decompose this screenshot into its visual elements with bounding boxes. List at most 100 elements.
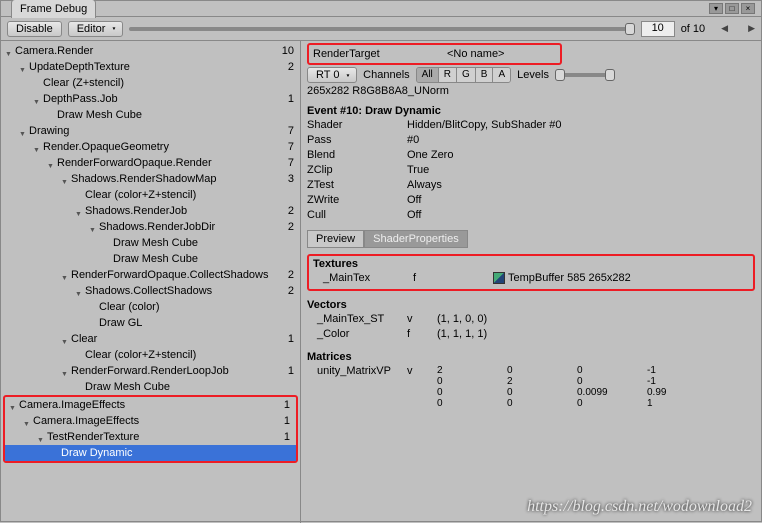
channel-b[interactable]: B [476,68,494,82]
expand-icon[interactable] [89,223,97,231]
expand-icon[interactable] [61,175,69,183]
levels-slider[interactable] [555,73,615,77]
main-area: Camera.Render10UpdateDepthTexture2Clear … [1,41,761,523]
next-event-button[interactable]: ▶ [748,23,755,34]
shader-prop-row: BlendOne Zero [307,149,755,164]
channel-g[interactable]: G [457,68,476,82]
event-tree[interactable]: Camera.Render10UpdateDepthTexture2Clear … [1,41,301,523]
texture-value[interactable]: TempBuffer 585 265x282 [493,272,631,287]
disable-button[interactable]: Disable [7,21,62,37]
tree-row[interactable]: Clear (Z+stencil) [1,75,300,91]
event-number-input[interactable]: 10 [641,21,675,37]
matrix-cell: 0 [577,398,647,409]
prop-value: Off [407,194,755,209]
tree-count: 2 [272,285,294,297]
tree-row[interactable]: TestRenderTexture1 [5,429,296,445]
window-maximize-icon[interactable]: □ [725,3,739,14]
expand-icon[interactable] [75,287,83,295]
tree-count: 1 [268,399,290,411]
matrix-cell: 1 [647,398,717,409]
slider-thumb[interactable] [625,23,635,35]
tree-count: 7 [272,125,294,137]
tree-row[interactable]: Camera.ImageEffects1 [5,397,296,413]
tree-count: 2 [272,269,294,281]
tree-row[interactable]: Draw Dynamic [5,445,296,461]
tree-row[interactable]: Draw GL [1,315,300,331]
levels-thumb-left[interactable] [555,69,565,81]
expand-icon[interactable] [5,47,13,55]
tree-row[interactable]: Render.OpaqueGeometry7 [1,139,300,155]
tree-row[interactable]: RenderForwardOpaque.CollectShadows2 [1,267,300,283]
tree-label: Shadows.RenderJob [85,205,272,217]
expand-icon[interactable] [19,127,27,135]
tree-row[interactable]: UpdateDepthTexture2 [1,59,300,75]
channel-all[interactable]: All [417,68,439,82]
tree-count: 2 [272,205,294,217]
tree-row[interactable]: Clear (color) [1,299,300,315]
tree-row[interactable]: Drawing7 [1,123,300,139]
window-controls: ▾ □ × [709,3,755,14]
expand-icon[interactable] [37,433,45,441]
detail-panel: RenderTarget <No name> RT 0 Channels All… [301,41,761,523]
tree-row[interactable]: Draw Mesh Cube [1,379,300,395]
tab-preview[interactable]: Preview [307,230,364,248]
tree-label: Draw Dynamic [61,447,268,459]
expand-icon[interactable] [33,95,41,103]
tab-shaderproperties[interactable]: ShaderProperties [364,230,468,248]
expand-icon[interactable] [33,143,41,151]
window-close-icon[interactable]: × [741,3,755,14]
textures-header: Textures [313,258,749,270]
rt-dropdown[interactable]: RT 0 [307,67,357,83]
expand-icon[interactable] [23,417,31,425]
tree-label: UpdateDepthTexture [29,61,272,73]
tree-label: RenderForwardOpaque.CollectShadows [71,269,272,281]
prop-value: Hidden/BlitCopy, SubShader #0 [407,119,755,134]
window-menu-icon[interactable]: ▾ [709,3,723,14]
tree-row[interactable]: Clear (color+Z+stencil) [1,347,300,363]
tree-label: Camera.ImageEffects [19,399,268,411]
expand-icon[interactable] [75,207,83,215]
channel-a[interactable]: A [493,68,510,82]
expand-icon[interactable] [19,63,27,71]
prev-event-button[interactable]: ◀ [721,23,728,34]
channel-r[interactable]: R [439,68,457,82]
tree-label: RenderForward.RenderLoopJob [71,365,272,377]
tree-row[interactable]: RenderForward.RenderLoopJob1 [1,363,300,379]
matrix-cell: 0 [507,387,577,398]
matrix-cell: 0 [507,398,577,409]
tree-count: 7 [272,157,294,169]
tree-row[interactable]: Clear (color+Z+stencil) [1,187,300,203]
tree-row[interactable]: Shadows.RenderShadowMap3 [1,171,300,187]
tree-row[interactable]: Clear1 [1,331,300,347]
tree-row[interactable]: Camera.Render10 [1,43,300,59]
window-tab[interactable]: Frame Debug [11,0,96,18]
tree-row[interactable]: Camera.ImageEffects1 [5,413,296,429]
tree-label: Shadows.RenderShadowMap [71,173,272,185]
target-dropdown[interactable]: Editor [68,21,123,37]
expand-icon[interactable] [9,401,17,409]
prop-value: Off [407,209,755,224]
tree-row[interactable]: DepthPass.Job1 [1,91,300,107]
tree-label: Draw Mesh Cube [57,109,272,121]
tree-label: Shadows.CollectShadows [85,285,272,297]
tree-count: 7 [272,141,294,153]
event-slider[interactable] [129,27,635,31]
tree-label: Draw Mesh Cube [113,237,272,249]
expand-icon[interactable] [61,271,69,279]
tree-row[interactable]: Draw Mesh Cube [1,251,300,267]
expand-icon[interactable] [61,367,69,375]
channels-label: Channels [363,69,409,81]
tree-row[interactable]: Draw Mesh Cube [1,235,300,251]
levels-thumb-right[interactable] [605,69,615,81]
tree-label: Clear [71,333,272,345]
tree-row[interactable]: Shadows.RenderJob2 [1,203,300,219]
tree-row[interactable]: Shadows.CollectShadows2 [1,283,300,299]
expand-icon[interactable] [61,335,69,343]
tree-row[interactable]: Shadows.RenderJobDir2 [1,219,300,235]
expand-icon[interactable] [47,159,55,167]
tree-label: Draw Mesh Cube [85,381,272,393]
channels-toggle[interactable]: AllRGBA [416,67,511,83]
tree-row[interactable]: RenderForwardOpaque.Render7 [1,155,300,171]
tree-row[interactable]: Draw Mesh Cube [1,107,300,123]
expand-icon [103,255,111,263]
